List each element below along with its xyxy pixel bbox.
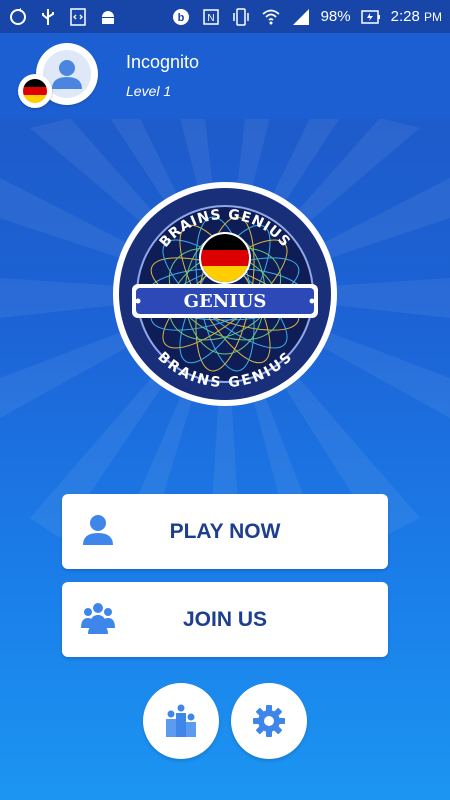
group-users-icon	[81, 603, 115, 634]
usb-icon	[38, 7, 58, 27]
svg-text:b: b	[177, 12, 184, 24]
logo-banner-text: GENIUS	[184, 291, 267, 312]
logo-germany-flag-icon	[201, 234, 249, 282]
profile-header[interactable]: Incognito Level 1	[0, 33, 450, 119]
sync-icon	[8, 7, 28, 27]
signal-icon	[291, 7, 311, 27]
leaderboard-button[interactable]	[143, 683, 219, 759]
germany-flag-icon	[23, 79, 47, 103]
wifi-icon	[261, 7, 281, 27]
user-name: Incognito	[126, 52, 200, 72]
vibrate-icon	[231, 7, 251, 27]
clock: 2:28 PM	[391, 8, 442, 25]
gear-icon	[253, 705, 285, 737]
settings-button[interactable]	[231, 683, 307, 759]
nfc-icon: N	[201, 7, 221, 27]
battery-percent: 98%	[320, 8, 351, 25]
status-bar: b N 98% 2:28 PM	[0, 0, 450, 33]
android-icon	[98, 7, 118, 27]
clock-ampm: PM	[424, 10, 442, 24]
clock-time: 2:28	[390, 8, 420, 25]
beats-icon: b	[171, 7, 191, 27]
single-user-icon	[83, 515, 113, 545]
svg-text:N: N	[207, 13, 214, 24]
game-logo: BRAINS GENIUS BRAINS GENIUS GENIUS	[112, 181, 338, 407]
code-file-icon	[68, 7, 88, 27]
battery-icon	[360, 7, 381, 27]
user-level: Level 1	[126, 83, 172, 99]
join-us-button[interactable]: JOIN US	[62, 582, 388, 657]
app-screen: b N 98% 2:28 PM Incognito Level 1 BRAINS…	[0, 0, 450, 800]
play-now-button[interactable]: PLAY NOW	[62, 494, 388, 569]
country-flag-badge	[18, 74, 52, 108]
leaderboard-icon	[166, 704, 196, 737]
